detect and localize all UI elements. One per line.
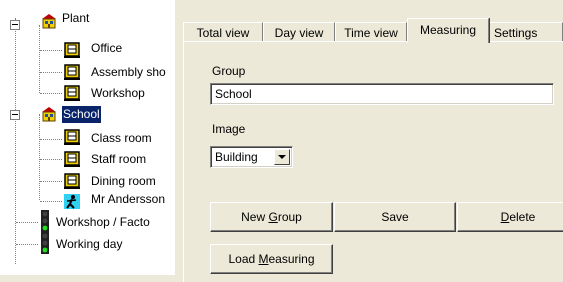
image-select-value: Building bbox=[215, 150, 258, 164]
tab-total-view[interactable]: Total view bbox=[183, 22, 263, 42]
tree-item-plant[interactable]: Plant bbox=[0, 11, 175, 34]
collapse-icon[interactable] bbox=[10, 20, 20, 30]
delete-accesskey: D bbox=[500, 210, 510, 224]
building-icon bbox=[42, 107, 56, 122]
tree-item-label: Plant bbox=[62, 11, 90, 25]
tab-day-view[interactable]: Day view bbox=[263, 22, 335, 42]
delete-button[interactable]: Delete bbox=[457, 202, 563, 232]
tab-measuring[interactable]: Measuring bbox=[407, 18, 489, 43]
image-select[interactable]: Building bbox=[210, 146, 293, 168]
room-icon bbox=[64, 173, 80, 189]
tree-item-label: School bbox=[62, 106, 101, 123]
tree-item-label: Mr Andersson bbox=[91, 192, 166, 206]
tree-item-school[interactable]: School bbox=[0, 106, 175, 123]
building-icon bbox=[42, 14, 56, 29]
room-icon bbox=[64, 129, 80, 145]
tree-item-mr-andersson[interactable]: Mr Andersson bbox=[0, 192, 175, 210]
new-group-label-rest: roup bbox=[277, 210, 302, 224]
room-icon bbox=[64, 42, 80, 58]
room-icon bbox=[64, 151, 80, 167]
traffic-light-icon bbox=[41, 210, 49, 232]
room-icon bbox=[64, 64, 80, 80]
group-label: Group bbox=[212, 64, 246, 78]
tree-item-dining-room[interactable]: Dining room bbox=[0, 173, 175, 190]
chevron-down-icon[interactable] bbox=[274, 149, 290, 165]
tab-time-view[interactable]: Time view bbox=[335, 22, 407, 42]
new-group-button[interactable]: New Group bbox=[210, 202, 333, 232]
new-group-accesskey: G bbox=[268, 210, 278, 224]
save-label: Save bbox=[381, 210, 409, 224]
tree-view[interactable]: Plant Office Assembly sho Workshop Schoo… bbox=[0, 0, 175, 275]
tree-item-label: Workshop / Facto bbox=[56, 215, 150, 229]
tree-item-office[interactable]: Office bbox=[0, 41, 175, 59]
load-measuring-button[interactable]: Load Measuring bbox=[210, 244, 333, 274]
new-group-label: New bbox=[241, 210, 269, 224]
tree-item-label: Staff room bbox=[91, 152, 147, 166]
person-icon bbox=[64, 194, 80, 209]
tab-settings[interactable]: Settings bbox=[489, 22, 563, 42]
tree-item-label: Working day bbox=[56, 237, 123, 251]
room-icon bbox=[64, 85, 80, 101]
tree-item-label: Office bbox=[91, 41, 123, 55]
group-field[interactable]: School bbox=[210, 83, 554, 105]
image-label: Image bbox=[212, 122, 246, 136]
collapse-icon[interactable] bbox=[10, 110, 20, 120]
tree-item-label: Workshop bbox=[91, 86, 145, 100]
tree-item-label: Assembly sho bbox=[91, 65, 166, 79]
traffic-light-icon bbox=[41, 232, 49, 254]
tree-item-assembly[interactable]: Assembly sho bbox=[0, 64, 175, 81]
tree-item-class-room[interactable]: Class room bbox=[0, 129, 175, 148]
tree-item-workshop[interactable]: Workshop bbox=[0, 85, 175, 102]
tree-item-working-day[interactable]: Working day bbox=[0, 232, 175, 254]
tree-item-workshop-factory[interactable]: Workshop / Facto bbox=[0, 210, 175, 232]
tree-item-label: Class room bbox=[91, 131, 152, 145]
load-accesskey: M bbox=[258, 252, 269, 266]
tree-line bbox=[39, 25, 40, 93]
tree-item-label: Dining room bbox=[91, 174, 156, 188]
load-label: Load bbox=[228, 252, 259, 266]
load-label-rest: easuring bbox=[268, 252, 315, 266]
tree-item-staff-room[interactable]: Staff room bbox=[0, 151, 175, 168]
delete-label: elete bbox=[509, 210, 536, 224]
save-button[interactable]: Save bbox=[334, 202, 456, 232]
